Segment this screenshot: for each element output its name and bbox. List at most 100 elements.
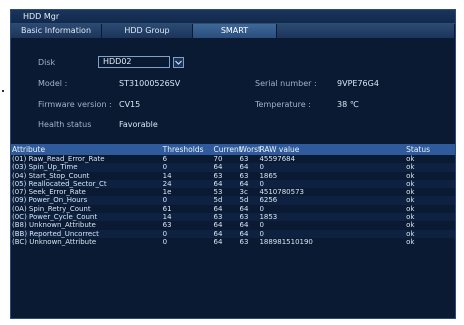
cell-current: 64 [213,229,223,238]
header-worst[interactable]: Worst [240,144,262,155]
model-label: Model : [38,79,68,88]
cell-thresholds: 14 [162,171,172,180]
disk-info-panel: Disk HDD02 Model : ST31000526SV Serial n… [11,40,455,144]
cell-current: 64 [213,221,223,230]
cell-raw-value: 1865 [259,171,278,180]
cell-status: ok [406,179,415,188]
cell-thresholds: 24 [162,179,172,188]
table-header: Attribute Thresholds Current Worst RAW v… [11,144,455,155]
header-status[interactable]: Status [406,144,455,155]
chevron-down-icon[interactable] [173,57,184,68]
cell-status: ok [406,188,415,197]
header-thresholds[interactable]: Thresholds [163,144,214,155]
cell-status: ok [406,229,415,238]
tab-bar: Basic Information HDD Group SMART [11,24,455,38]
table-body: (01) Raw_Read_Error_Rate 6 70 63 4559768… [11,155,455,246]
cell-attribute: (B8) Unknown_Attribute [12,221,96,230]
cell-thresholds: 0 [162,229,168,238]
table-row[interactable]: (07) Seek_Error_Rate 1e 53 3c 4510780573… [11,188,455,196]
firmware-value: CV15 [119,100,141,109]
table-row[interactable]: (03) Spin_Up_Time 0 64 64 0 ok [11,163,455,172]
cell-worst: 64 [239,221,249,230]
stray-dot [2,90,4,92]
table-row[interactable]: (01) Raw_Read_Error_Rate 6 70 63 4559768… [11,155,455,163]
table-row[interactable]: (BB) Reported_Uncorrect 0 64 64 0 ok [11,229,455,238]
cell-raw-value: 6256 [259,196,278,205]
model-value: ST31000526SV [119,79,181,88]
cell-status: ok [406,221,415,230]
table-row[interactable]: (0A) Spin_Retry_Count 61 64 64 0 ok [11,205,455,213]
tab-bar-filler [277,24,455,38]
table-row[interactable]: (B8) Unknown_Attribute 63 64 64 0 ok [11,221,455,229]
cell-raw-value: 1853 [259,213,278,222]
cell-raw-value: 4510780573 [259,188,304,197]
cell-current: 64 [213,179,223,188]
cell-thresholds: 14 [162,213,172,222]
cell-worst: 63 [239,155,249,163]
cell-worst: 5d [239,196,249,205]
table-row[interactable]: (05) Reallocated_Sector_Ct 24 64 64 0 ok [11,179,455,189]
table-row[interactable]: (BC) Unknown_Attribute 0 64 63 188981510… [11,238,455,246]
cell-attribute: (07) Seek_Error_Rate [12,188,86,197]
cell-worst: 64 [239,204,249,213]
cell-thresholds: 0 [162,196,168,205]
header-raw-value[interactable]: RAW value [260,144,407,155]
cell-current: 5d [213,196,223,205]
disk-select[interactable]: HDD02 [98,56,170,68]
cell-worst: 64 [239,163,249,172]
health-status-label: Health status [38,120,92,129]
cell-current: 64 [213,204,223,213]
cell-worst: 63 [239,237,249,246]
cell-thresholds: 63 [162,221,172,230]
cell-current: 70 [213,155,223,163]
cell-status: ok [406,163,415,172]
cell-worst: 63 [239,171,249,180]
cell-current: 64 [213,163,223,172]
cell-thresholds: 6 [162,155,168,163]
cell-status: ok [406,171,415,180]
temperature-value: 38 ℃ [337,100,359,109]
cell-raw-value: 45597684 [259,155,296,163]
cell-thresholds: 0 [162,237,168,246]
cell-attribute: (03) Spin_Up_Time [12,163,78,172]
disk-label: Disk [38,58,56,67]
cell-attribute: (04) Start_Stop_Count [12,171,90,180]
header-attribute[interactable]: Attribute [11,144,163,155]
cell-current: 63 [213,171,223,180]
cell-thresholds: 61 [162,204,172,213]
tab-hdd-group[interactable]: HDD Group [102,24,193,38]
serial-number-value: 9VPE76G4 [337,79,379,88]
cell-raw-value: 0 [259,163,264,172]
cell-status: ok [406,204,415,213]
cell-attribute: (05) Reallocated_Sector_Ct [12,179,107,188]
cell-raw-value: 0 [259,229,264,238]
cell-current: 64 [213,237,223,246]
cell-attribute: (0C) Power_Cycle_Count [12,213,98,222]
cell-worst: 64 [239,179,249,188]
cell-attribute: (0A) Spin_Retry_Count [12,204,91,213]
cell-status: ok [406,237,415,246]
smart-attributes-table: Attribute Thresholds Current Worst RAW v… [11,144,455,318]
cell-thresholds: 1e [162,188,172,197]
cell-status: ok [406,196,415,205]
cell-status: ok [406,213,415,222]
serial-number-label: Serial number : [255,79,317,88]
cell-raw-value: 0 [259,204,264,213]
cell-thresholds: 0 [162,163,168,172]
cell-current: 53 [213,188,223,197]
table-row[interactable]: (0C) Power_Cycle_Count 14 63 63 1853 ok [11,213,455,222]
cell-attribute: (01) Raw_Read_Error_Rate [12,155,105,163]
cell-worst: 64 [239,229,249,238]
header-current[interactable]: Current [214,144,242,155]
cell-worst: 3c [239,188,248,197]
table-row[interactable]: (09) Power_On_Hours 0 5d 5d 6256 ok [11,196,455,205]
cell-attribute: (09) Power_On_Hours [12,196,88,205]
table-row[interactable]: (04) Start_Stop_Count 14 63 63 1865 ok [11,172,455,180]
tab-basic-information[interactable]: Basic Information [11,24,102,38]
firmware-label: Firmware version : [38,100,112,109]
cell-current: 63 [213,213,223,222]
cell-attribute: (BB) Reported_Uncorrect [12,229,99,238]
tab-smart[interactable]: SMART [193,24,277,38]
cell-attribute: (BC) Unknown_Attribute [12,237,97,246]
temperature-label: Temperature : [255,100,311,109]
